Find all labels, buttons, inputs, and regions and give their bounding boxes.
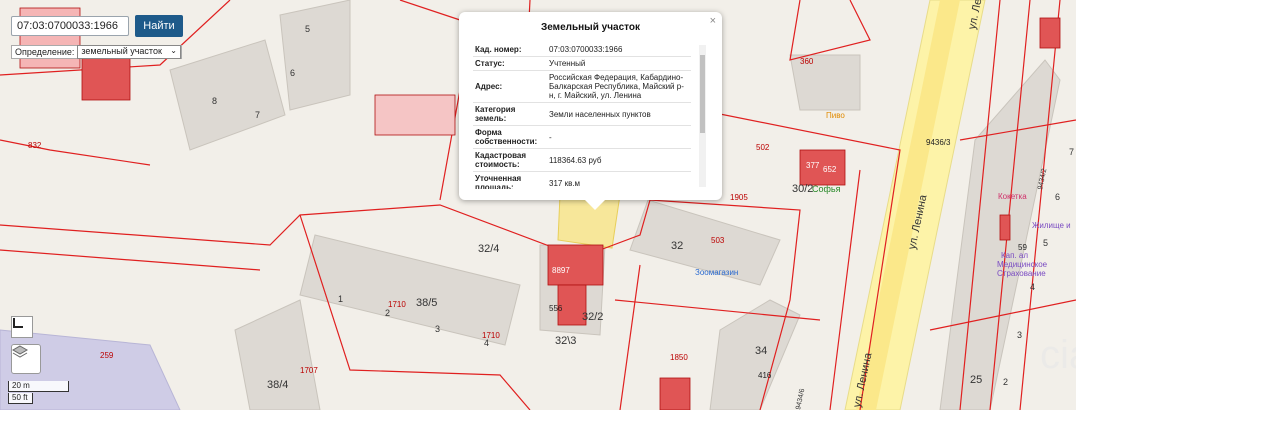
table-row: Адрес: Российская Федерация, Кабардино-Ба… xyxy=(473,70,691,103)
svg-text:32/4: 32/4 xyxy=(478,243,499,255)
row-value: 118364.63 руб xyxy=(547,148,691,172)
popup-scrollbar[interactable] xyxy=(699,45,706,187)
scale-imperial: 50 ft xyxy=(8,393,33,404)
table-row: Статус: Учтенный xyxy=(473,56,691,71)
svg-text:38/5: 38/5 xyxy=(416,297,437,309)
map-canvas[interactable]: 832 360 502 1905 503 1710 1710 1707 259 … xyxy=(0,0,1076,410)
chevron-down-icon: ⌄ xyxy=(170,46,177,55)
svg-text:7: 7 xyxy=(255,110,260,120)
popup-title: Земельный участок xyxy=(540,22,641,33)
svg-text:360: 360 xyxy=(800,57,814,66)
row-value: Земли населенных пунктов xyxy=(547,102,691,126)
row-value: 07:03:0700033:1966 xyxy=(547,43,691,57)
svg-text:5: 5 xyxy=(1043,238,1048,248)
svg-text:1905: 1905 xyxy=(730,193,748,202)
svg-text:1850: 1850 xyxy=(670,353,688,362)
row-key: Форма собственности: xyxy=(473,125,547,149)
row-key: Категория земель: xyxy=(473,102,547,126)
svg-text:3: 3 xyxy=(435,324,440,334)
svg-text:503: 503 xyxy=(711,236,725,245)
svg-text:Кап. ал: Кап. ал xyxy=(1001,251,1028,260)
svg-text:cian: cian xyxy=(1040,333,1076,377)
svg-text:652: 652 xyxy=(823,165,837,174)
svg-text:32/2: 32/2 xyxy=(582,311,603,323)
measure-tool-button[interactable] xyxy=(11,316,33,338)
svg-text:4: 4 xyxy=(484,338,489,348)
row-value: - xyxy=(547,125,691,149)
svg-text:2: 2 xyxy=(385,308,390,318)
search-bar: Найти xyxy=(11,15,183,37)
svg-text:Зоомагазин: Зоомагазин xyxy=(695,268,738,277)
svg-text:34: 34 xyxy=(755,345,767,357)
search-button[interactable]: Найти xyxy=(135,15,183,37)
row-key: Кад. номер: xyxy=(473,43,547,57)
svg-text:38/4: 38/4 xyxy=(267,379,288,391)
row-key: Кадастровая стоимость: xyxy=(473,148,547,172)
svg-text:416: 416 xyxy=(758,371,772,380)
svg-text:556: 556 xyxy=(549,304,563,313)
table-row: Уточненная площадь: 317 кв.м xyxy=(473,171,691,189)
scale-bar: 20 m 50 ft xyxy=(8,381,69,404)
svg-text:9436/3: 9436/3 xyxy=(926,138,951,147)
svg-text:502: 502 xyxy=(756,143,770,152)
layers-button[interactable] xyxy=(11,344,41,374)
svg-text:259: 259 xyxy=(100,351,114,360)
svg-text:3: 3 xyxy=(1017,330,1022,340)
parcel-info-popup: × Земельный участок Кад. номер: 07:03:070… xyxy=(459,12,722,210)
layers-icon xyxy=(12,345,28,358)
table-row: Кадастровая стоимость: 118364.63 руб xyxy=(473,148,691,172)
definition-selected: земельный участок xyxy=(81,46,162,56)
svg-text:5: 5 xyxy=(305,24,310,34)
table-row: Категория земель: Земли населенных пункто… xyxy=(473,102,691,126)
svg-text:8897: 8897 xyxy=(552,266,570,275)
scroll-thumb[interactable] xyxy=(700,55,705,133)
svg-text:Медицинское: Медицинское xyxy=(997,260,1048,269)
svg-text:Страхование: Страхование xyxy=(997,269,1046,278)
svg-text:32\3: 32\3 xyxy=(555,335,576,347)
svg-text:832: 832 xyxy=(28,141,42,150)
svg-text:377: 377 xyxy=(806,161,820,170)
definition-select[interactable]: земельный участок ⌄ xyxy=(77,45,181,59)
scale-metric: 20 m xyxy=(8,381,69,392)
close-icon[interactable]: × xyxy=(710,15,716,27)
cadastral-search-input[interactable] xyxy=(11,16,129,36)
row-value: 317 кв.м xyxy=(547,171,691,189)
svg-text:6: 6 xyxy=(290,68,295,78)
svg-text:7: 7 xyxy=(1069,147,1074,157)
svg-text:Жилище и: Жилище и xyxy=(1032,221,1071,230)
definition-control: Определение: земельный участок ⌄ xyxy=(11,45,182,59)
row-key: Статус: xyxy=(473,56,547,71)
row-value: Учтенный xyxy=(547,56,691,71)
table-row: Кад. номер: 07:03:0700033:1966 xyxy=(473,43,691,57)
svg-text:6: 6 xyxy=(1055,192,1060,202)
ruler-icon xyxy=(13,318,23,328)
svg-text:Пиво: Пиво xyxy=(826,111,845,120)
svg-text:8: 8 xyxy=(212,96,217,106)
definition-label: Определение: xyxy=(15,47,75,57)
svg-text:1710: 1710 xyxy=(388,300,406,309)
svg-text:Софья: Софья xyxy=(812,184,841,194)
svg-text:32: 32 xyxy=(671,240,683,252)
svg-text:30/2: 30/2 xyxy=(792,183,813,195)
svg-text:9434/6: 9434/6 xyxy=(795,388,806,410)
row-value: Российская Федерация, Кабардино-Балкарск… xyxy=(547,70,691,103)
row-key: Адрес: xyxy=(473,70,547,103)
svg-text:2: 2 xyxy=(1003,377,1008,387)
svg-text:1: 1 xyxy=(338,294,343,304)
svg-text:4: 4 xyxy=(1030,282,1035,292)
table-row: Форма собственности: - xyxy=(473,125,691,149)
popup-table: Кад. номер: 07:03:0700033:1966 Статус: Учт… xyxy=(473,43,695,189)
svg-text:1707: 1707 xyxy=(300,366,318,375)
svg-text:25: 25 xyxy=(970,374,982,386)
row-key: Уточненная площадь: xyxy=(473,171,547,189)
svg-text:Кокетка: Кокетка xyxy=(998,192,1027,201)
